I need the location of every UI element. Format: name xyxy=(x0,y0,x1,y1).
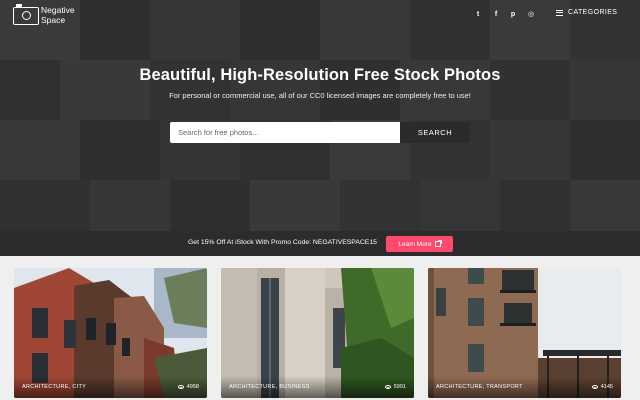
promo-text: Get 15% Off At iStock With Promo Code: N… xyxy=(188,239,377,246)
page-subtitle: For personal or commercial use, all of o… xyxy=(169,91,471,100)
external-link-icon xyxy=(434,240,442,247)
eye-icon xyxy=(384,385,391,389)
pinterest-icon[interactable]: p xyxy=(507,9,519,21)
twitter-icon[interactable]: t xyxy=(472,9,484,21)
photo-tags[interactable]: ARCHITECTURE, BUSINESS xyxy=(229,384,310,390)
facebook-icon[interactable]: f xyxy=(490,9,502,21)
logo-line2: Space xyxy=(41,14,66,25)
camera-logo-icon xyxy=(13,3,39,25)
top-navigation: Negative Space t f p ◎ CATEGORIES xyxy=(0,0,640,30)
logo-text: Negative Space xyxy=(41,5,75,25)
learn-more-label: Learn More xyxy=(398,240,432,248)
eye-icon xyxy=(177,385,184,389)
photo-views: 4958 xyxy=(177,384,199,390)
photo-card[interactable]: ARCHITECTURE, BUSINESS 5991 xyxy=(221,268,414,398)
card-caption: ARCHITECTURE, CITY 4958 xyxy=(14,376,207,398)
hamburger-icon xyxy=(556,9,563,16)
photo-views: 4145 xyxy=(591,384,613,390)
learn-more-button[interactable]: Learn More xyxy=(386,236,453,252)
photo-tags[interactable]: ARCHITECTURE, CITY xyxy=(22,384,86,390)
eye-icon xyxy=(591,385,598,389)
photo-card[interactable]: ARCHITECTURE, CITY 4958 xyxy=(14,268,207,398)
instagram-icon[interactable]: ◎ xyxy=(525,9,537,21)
search-input[interactable] xyxy=(170,122,400,143)
hero-section: Negative Space t f p ◎ CATEGORIES Beauti… xyxy=(0,0,640,256)
categories-menu-button[interactable]: CATEGORIES xyxy=(556,9,617,16)
view-count: 5991 xyxy=(393,384,406,390)
card-caption: ARCHITECTURE, BUSINESS 5991 xyxy=(221,376,414,398)
photo-tags[interactable]: ARCHITECTURE, TRANSPORT xyxy=(436,384,523,390)
view-count: 4145 xyxy=(600,384,613,390)
photo-views: 5991 xyxy=(384,384,406,390)
search-button[interactable]: SEARCH xyxy=(400,122,470,143)
card-caption: ARCHITECTURE, TRANSPORT 4145 xyxy=(428,376,621,398)
view-count: 4958 xyxy=(186,384,199,390)
categories-label: CATEGORIES xyxy=(568,9,618,16)
search-bar: SEARCH xyxy=(170,122,470,143)
site-logo[interactable]: Negative Space xyxy=(13,3,75,25)
promo-banner: Get 15% Off At iStock With Promo Code: N… xyxy=(0,231,640,256)
page-title: Beautiful, High-Resolution Free Stock Ph… xyxy=(139,66,501,84)
photo-card[interactable]: ARCHITECTURE, TRANSPORT 4145 xyxy=(428,268,621,398)
